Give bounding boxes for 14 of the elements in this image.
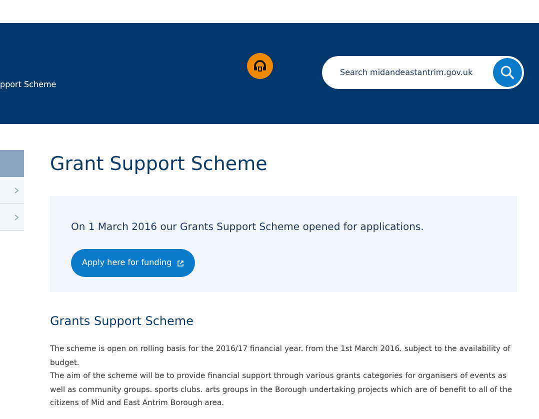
sidebar-item[interactable]	[0, 177, 24, 204]
section-title: Grants Support Scheme	[50, 313, 194, 330]
notice-text: On 1 March 2016 our Grants Support Scheme opened for applications.	[71, 221, 424, 235]
listen-icon[interactable]	[247, 53, 273, 79]
apply-button[interactable]: Apply here for funding	[71, 249, 195, 277]
page-title: Grant Support Scheme	[50, 152, 268, 176]
search-icon	[500, 65, 515, 80]
sidebar-item[interactable]	[0, 204, 24, 231]
external-link-icon	[176, 260, 184, 266]
search-field[interactable]: Search midandeastantrim.gov.uk	[322, 56, 524, 89]
sidebar-item[interactable]	[0, 150, 24, 177]
chevron-icon	[14, 214, 19, 220]
chevron-icon	[14, 186, 19, 194]
breadcrumb-link[interactable]: pport Scheme	[0, 79, 56, 91]
